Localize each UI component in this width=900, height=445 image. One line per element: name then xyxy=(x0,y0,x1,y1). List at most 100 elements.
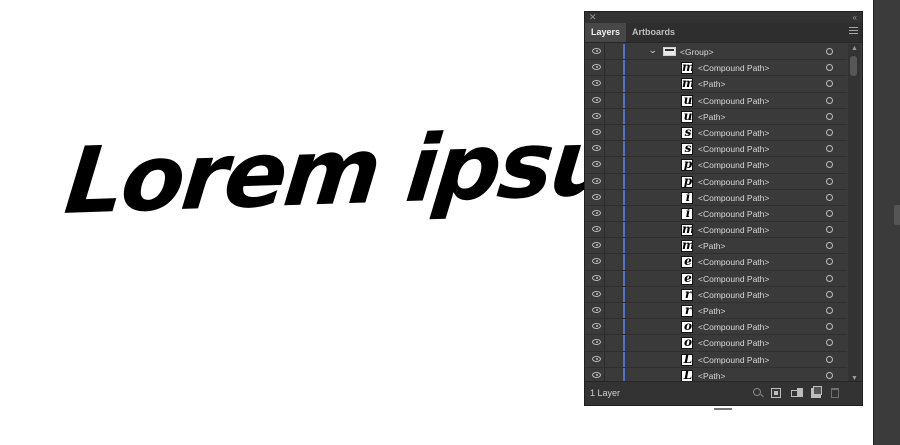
lock-column[interactable] xyxy=(604,335,605,351)
eye-icon[interactable] xyxy=(592,209,601,216)
lock-column[interactable] xyxy=(604,124,605,141)
layer-row[interactable]: o <Compound Path> xyxy=(585,335,847,352)
target-circle-icon[interactable] xyxy=(826,161,833,169)
target-circle-icon[interactable] xyxy=(826,80,833,88)
lock-column[interactable] xyxy=(604,367,605,382)
panel-resize-grip[interactable] xyxy=(714,408,732,410)
layer-row[interactable]: e <Compound Path> xyxy=(585,270,847,287)
target-circle-icon[interactable] xyxy=(826,48,833,55)
target-circle-icon[interactable] xyxy=(826,128,833,136)
layer-row[interactable]: p <Compound Path> xyxy=(585,173,847,190)
target-circle-icon[interactable] xyxy=(826,145,833,153)
target-circle-icon[interactable] xyxy=(826,290,833,298)
eye-icon[interactable] xyxy=(592,64,601,71)
layer-row[interactable]: u <Path> xyxy=(585,108,847,125)
collapse-icon[interactable]: « xyxy=(853,12,857,23)
new-layer-icon[interactable] xyxy=(811,386,822,398)
eye-icon[interactable] xyxy=(592,161,601,168)
target-circle-icon[interactable] xyxy=(826,177,833,185)
layer-row[interactable]: L <Compound Path> xyxy=(585,351,847,368)
layer-row[interactable]: m <Path> xyxy=(585,76,847,93)
eye-icon[interactable] xyxy=(592,258,601,265)
scroll-thumb[interactable] xyxy=(850,56,857,76)
lock-column[interactable] xyxy=(604,286,605,302)
lock-column[interactable] xyxy=(604,157,605,173)
eye-icon[interactable] xyxy=(592,371,601,378)
eye-icon[interactable] xyxy=(592,177,601,184)
layer-row[interactable]: i <Compound Path> xyxy=(585,189,847,206)
target-circle-icon[interactable] xyxy=(826,64,833,72)
lock-column[interactable] xyxy=(604,270,605,286)
lock-column[interactable] xyxy=(604,92,605,108)
lock-column[interactable] xyxy=(604,303,605,319)
clipping-mask-icon[interactable] xyxy=(771,388,781,398)
eye-icon[interactable] xyxy=(592,290,601,297)
target-circle-icon[interactable] xyxy=(826,209,833,217)
target-circle-icon[interactable] xyxy=(826,96,833,104)
target-circle-icon[interactable] xyxy=(826,193,833,201)
eye-icon[interactable] xyxy=(592,323,601,330)
lock-column[interactable] xyxy=(604,319,605,335)
target-circle-icon[interactable] xyxy=(826,323,833,331)
target-circle-icon[interactable] xyxy=(826,371,833,379)
layer-row[interactable]: L <Path> xyxy=(585,367,847,382)
trash-icon[interactable] xyxy=(831,388,839,398)
layer-row[interactable]: m <Path> xyxy=(585,238,847,255)
target-circle-icon[interactable] xyxy=(826,307,833,314)
eye-icon[interactable] xyxy=(592,128,601,135)
eye-icon[interactable] xyxy=(592,112,601,119)
search-icon[interactable] xyxy=(753,388,761,396)
new-sublayer-icon[interactable] xyxy=(791,388,803,398)
target-circle-icon[interactable] xyxy=(826,258,833,266)
layer-row[interactable]: s <Compound Path> xyxy=(585,124,847,142)
target-circle-icon[interactable] xyxy=(826,355,833,363)
lock-column[interactable] xyxy=(604,189,605,205)
eye-icon[interactable] xyxy=(592,48,601,54)
chevron-down-icon[interactable]: ⌄ xyxy=(648,45,658,56)
eye-icon[interactable] xyxy=(592,355,601,362)
lock-column[interactable] xyxy=(604,141,605,157)
panel-title-strip[interactable]: ✕ « xyxy=(585,12,862,23)
close-icon[interactable]: ✕ xyxy=(589,12,597,23)
lock-column[interactable] xyxy=(604,108,605,124)
layer-row[interactable]: m <Compound Path> xyxy=(585,222,847,239)
tab-layers[interactable]: Layers xyxy=(585,23,627,42)
lock-column[interactable] xyxy=(604,44,605,60)
eye-icon[interactable] xyxy=(592,307,601,313)
eye-icon[interactable] xyxy=(592,145,601,152)
eye-icon[interactable] xyxy=(592,96,601,103)
target-circle-icon[interactable] xyxy=(826,339,833,347)
layer-row[interactable]: p <Compound Path> xyxy=(585,157,847,174)
lock-column[interactable] xyxy=(604,238,605,254)
panel-menu-icon[interactable] xyxy=(849,27,858,36)
dock-grip-handle[interactable] xyxy=(894,205,900,225)
eye-icon[interactable] xyxy=(592,80,601,87)
layer-row[interactable]: r <Path> xyxy=(585,303,847,320)
layers-scrollbar[interactable]: ▲ ▼ xyxy=(848,44,860,382)
eye-icon[interactable] xyxy=(592,226,601,233)
layer-row[interactable]: o <Compound Path> xyxy=(585,319,847,336)
layer-row[interactable]: u <Compound Path> xyxy=(585,92,847,109)
layer-row[interactable]: e <Compound Path> xyxy=(585,254,847,271)
eye-icon[interactable] xyxy=(592,242,601,249)
layer-row[interactable]: i <Compound Path> xyxy=(585,205,847,223)
lock-column[interactable] xyxy=(604,76,605,92)
target-circle-icon[interactable] xyxy=(826,274,833,282)
lock-column[interactable] xyxy=(604,222,605,238)
layer-row[interactable]: s <Compound Path> xyxy=(585,141,847,158)
lock-column[interactable] xyxy=(604,60,605,76)
tab-artboards[interactable]: Artboards xyxy=(626,23,681,42)
lock-column[interactable] xyxy=(604,205,605,222)
layer-row[interactable]: r <Compound Path> xyxy=(585,286,847,303)
eye-icon[interactable] xyxy=(592,274,601,281)
layer-row-group[interactable]: ⌄ <Group> xyxy=(585,44,847,61)
target-circle-icon[interactable] xyxy=(826,112,833,120)
target-circle-icon[interactable] xyxy=(826,242,833,250)
lock-column[interactable] xyxy=(604,254,605,270)
lock-column[interactable] xyxy=(604,173,605,189)
layer-row[interactable]: m <Compound Path> xyxy=(585,60,847,77)
eye-icon[interactable] xyxy=(592,339,601,346)
scroll-up-icon[interactable]: ▲ xyxy=(851,45,858,52)
eye-icon[interactable] xyxy=(592,193,601,200)
target-circle-icon[interactable] xyxy=(826,226,833,234)
